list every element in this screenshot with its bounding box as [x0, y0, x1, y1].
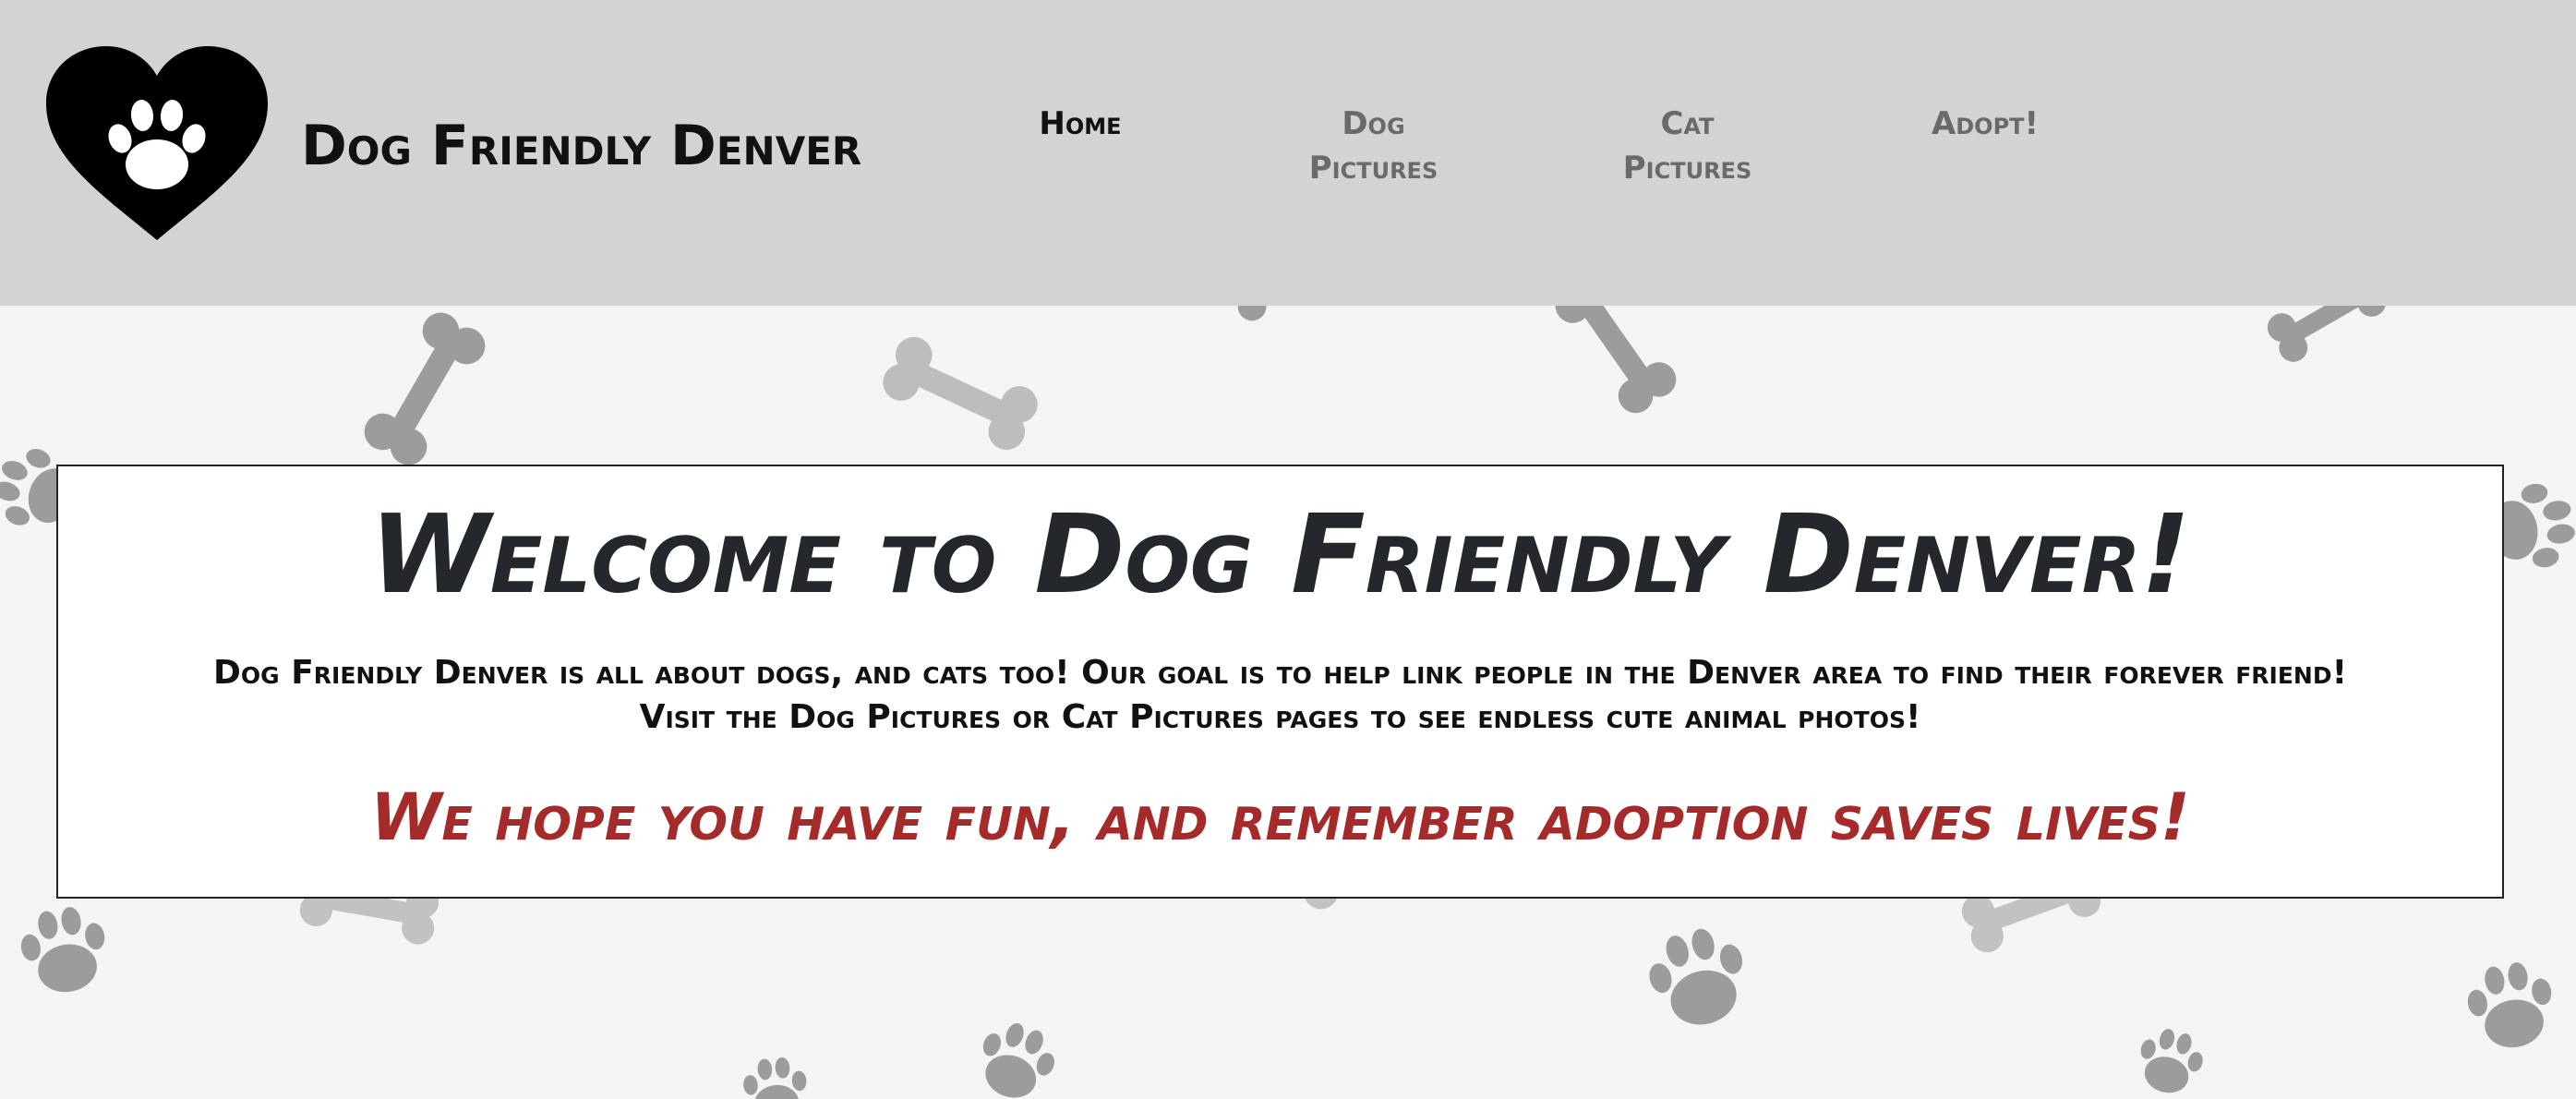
nav-dog-pictures[interactable]: Dog Pictures: [1293, 102, 1454, 190]
nav-home[interactable]: Home: [1025, 102, 1136, 146]
site-name[interactable]: Dog Friendly Denver: [301, 113, 861, 179]
nav-cat-pictures[interactable]: Cat Pictures: [1607, 102, 1768, 190]
heart-paw-icon[interactable]: [46, 46, 268, 245]
site-header: Dog Friendly Denver Home Dog Pictures Ca…: [0, 0, 2576, 306]
nav-adopt[interactable]: Adopt!: [1925, 102, 2045, 146]
welcome-title: Welcome to Dog Friendly Denver!: [369, 490, 2191, 618]
intro-text: Dog Friendly Denver is all about dogs, a…: [213, 654, 2347, 736]
welcome-panel: Welcome to Dog Friendly Denver! Dog Frie…: [56, 465, 2504, 899]
adoption-tagline: We hope you have fun, and remember adopt…: [370, 779, 2190, 855]
